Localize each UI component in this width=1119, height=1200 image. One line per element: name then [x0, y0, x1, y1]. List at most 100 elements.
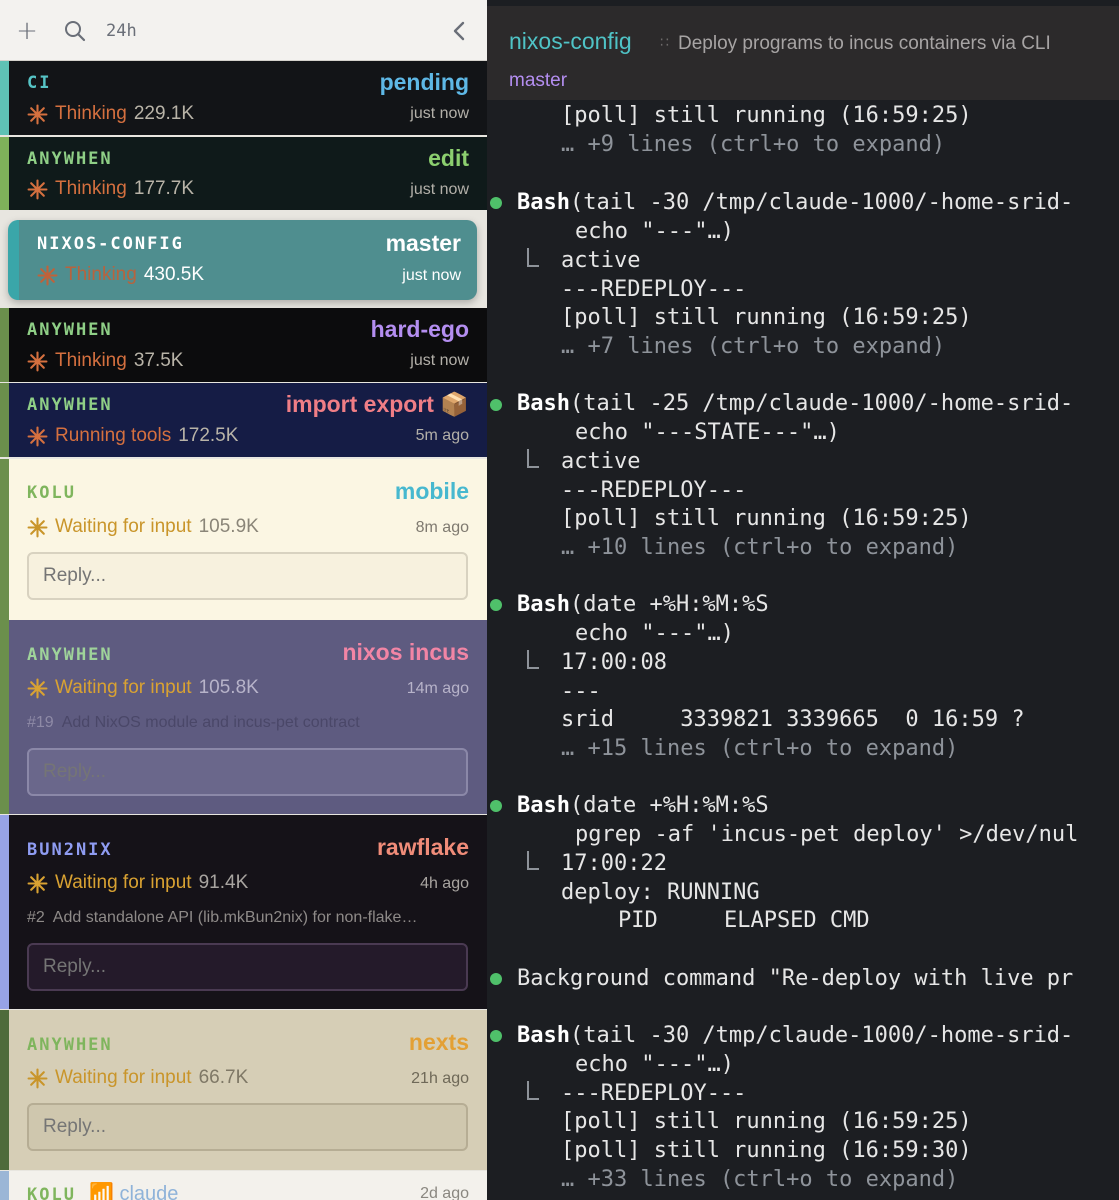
session-status: Waiting for input 66.7K — [27, 1067, 248, 1089]
expand-hint[interactable]: … +10 lines (ctrl+o to expand) — [561, 533, 958, 562]
status-label: Waiting for input — [55, 1067, 192, 1088]
tool-name: Bash — [517, 592, 570, 617]
session-card[interactable]: ANYWHEN nixos incus Waiting for input 10… — [0, 620, 487, 814]
pr-title: Add NixOS module and incus-pet contract — [61, 714, 360, 731]
session-repo: ANYWHEN — [27, 149, 113, 169]
status-label: Waiting for input — [55, 677, 192, 698]
reply-input[interactable] — [27, 1103, 468, 1151]
thinking-spinner-icon — [27, 179, 48, 200]
bullet-icon — [490, 1030, 502, 1042]
session-repo: ANYWHEN — [27, 1035, 113, 1055]
token-count: 229.1K — [133, 103, 195, 124]
token-count: 105.8K — [198, 677, 259, 698]
pr-number: #19 — [27, 714, 54, 731]
output-line: ---REDEPLOY--- — [561, 478, 747, 503]
output-line: ---REDEPLOY--- — [561, 277, 747, 302]
search-button[interactable] — [58, 0, 92, 61]
expand-hint[interactable]: … +33 lines (ctrl+o to expand) — [561, 1165, 958, 1194]
reply-input[interactable] — [27, 748, 468, 796]
pr-number: #2 — [27, 909, 45, 926]
reply-input[interactable] — [27, 552, 468, 600]
token-count: 430.5K — [143, 264, 205, 285]
tool-args: (date +%H:%M:%S — [569, 592, 769, 617]
session-status: Waiting for input 105.9K — [27, 516, 259, 538]
time-range-filter[interactable]: 24h — [106, 0, 146, 61]
reply-input[interactable] — [27, 943, 468, 991]
session-repo: CI — [27, 73, 52, 93]
result-elbow-icon — [527, 851, 539, 870]
expand-hint[interactable]: … +7 lines (ctrl+o to expand) — [561, 332, 945, 361]
session-sidebar: + 24h CI pending Thinking 229.1K just no… — [0, 0, 487, 1200]
terminal-branch: master — [509, 70, 568, 91]
status-label: Thinking — [55, 350, 127, 371]
session-branch: 📶 claude — [89, 1183, 179, 1200]
pull-request-link[interactable]: #19 Add NixOS module and incus-pet contra… — [27, 714, 469, 732]
tool-name: Bash — [517, 793, 570, 818]
tool-name: Bash — [517, 391, 570, 416]
session-card[interactable]: ANYWHEN edit Thinking 177.7K just now — [0, 137, 487, 210]
output-line: [poll] still running (16:59:30) — [561, 1138, 972, 1163]
search-icon — [65, 20, 86, 41]
tool-args: (tail -30 /tmp/claude-1000/-home-srid- — [569, 190, 1074, 215]
tool-call-line[interactable]: Bash(tail -30 /tmp/claude-1000/-home-sri… — [517, 1021, 1073, 1050]
tool-args-cont: echo "---"…) — [575, 219, 734, 244]
session-card[interactable]: ANYWHEN hard-ego Thinking 37.5K just now — [0, 308, 487, 382]
output-line: [poll] still running (16:59:25) — [561, 305, 972, 330]
tool-name: Bash — [517, 190, 570, 215]
tool-name: Bash — [517, 1023, 570, 1048]
output-line: PID ELAPSED CMD — [618, 908, 870, 933]
tool-args: (tail -30 /tmp/claude-1000/-home-srid- — [569, 1023, 1074, 1048]
expand-hint[interactable]: … +15 lines (ctrl+o to expand) — [561, 734, 958, 763]
session-card[interactable]: ANYWHEN nexts Waiting for input 66.7K 21… — [0, 1010, 487, 1170]
output-line: 17:00:22 — [561, 851, 667, 876]
tool-call-line[interactable]: Bash(date +%H:%M:%S — [517, 590, 769, 619]
session-time: just now — [410, 105, 469, 122]
token-count: 37.5K — [133, 350, 184, 371]
status-label: Waiting for input — [55, 516, 192, 537]
waiting-spinner-icon — [27, 678, 48, 699]
tool-call-line[interactable]: Bash(tail -30 /tmp/claude-1000/-home-sri… — [517, 188, 1073, 217]
pr-title: Add standalone API (lib.mkBun2nix) for n… — [52, 909, 418, 926]
waiting-spinner-icon — [27, 517, 48, 538]
selected-card-body: NIXOS-CONFIG master Thinking 430.5K just… — [8, 220, 477, 300]
session-branch: hard-ego — [370, 316, 469, 342]
session-branch: edit — [428, 145, 469, 171]
output-line: active — [561, 248, 641, 273]
bullet-icon — [490, 197, 502, 209]
status-label: Running tools — [55, 425, 172, 446]
session-card[interactable]: KOLU 📶 claude 2d ago — [0, 1171, 487, 1200]
session-card[interactable]: CI pending Thinking 229.1K just now — [0, 61, 487, 135]
token-count: 172.5K — [178, 425, 239, 446]
expand-hint[interactable]: … +9 lines (ctrl+o to expand) — [561, 130, 945, 159]
tool-call-line[interactable]: Bash(date +%H:%M:%S — [517, 791, 769, 820]
tool-args-cont: echo "---"…) — [575, 621, 734, 646]
session-repo: KOLU — [27, 1185, 76, 1200]
collapse-sidebar-button[interactable] — [444, 0, 474, 61]
session-time: 2d ago — [420, 1185, 469, 1200]
output-line: [poll] still running (16:59:25) — [561, 506, 972, 531]
new-session-button[interactable]: + — [10, 0, 44, 61]
status-label: Waiting for input — [55, 872, 192, 893]
terminal-pane[interactable]: nixos-config ∷ Deploy programs to incus … — [487, 0, 1119, 1200]
thinking-spinner-icon — [37, 265, 58, 286]
session-time: 8m ago — [415, 519, 469, 536]
output-line: --- — [561, 679, 601, 704]
background-command-line[interactable]: Background command "Re-deploy with live … — [517, 964, 1073, 993]
session-branch: rawflake — [376, 834, 469, 860]
output-line: active — [561, 449, 641, 474]
session-status: Waiting for input 105.8K — [27, 677, 259, 699]
session-card-selected[interactable]: NIXOS-CONFIG master Thinking 430.5K just… — [0, 212, 487, 308]
session-time: 4h ago — [420, 875, 469, 892]
session-card[interactable]: KOLU mobile Waiting for input 105.9K 8m … — [0, 459, 487, 620]
session-card[interactable]: ANYWHEN import export 📦 Running tools 17… — [0, 383, 487, 457]
token-count: 91.4K — [198, 872, 249, 893]
session-card[interactable]: BUN2NIX rawflake Waiting for input 91.4K… — [0, 815, 487, 1009]
session-status: Thinking 430.5K — [37, 264, 204, 286]
running-spinner-icon — [27, 426, 48, 447]
thinking-spinner-icon — [27, 351, 48, 372]
plus-icon: + — [16, 15, 38, 46]
tool-call-line[interactable]: Bash(tail -25 /tmp/claude-1000/-home-sri… — [517, 389, 1073, 418]
session-status: Waiting for input 91.4K — [27, 872, 248, 894]
pull-request-link[interactable]: #2 Add standalone API (lib.mkBun2nix) for… — [27, 909, 469, 927]
session-time: 21h ago — [411, 1070, 469, 1087]
